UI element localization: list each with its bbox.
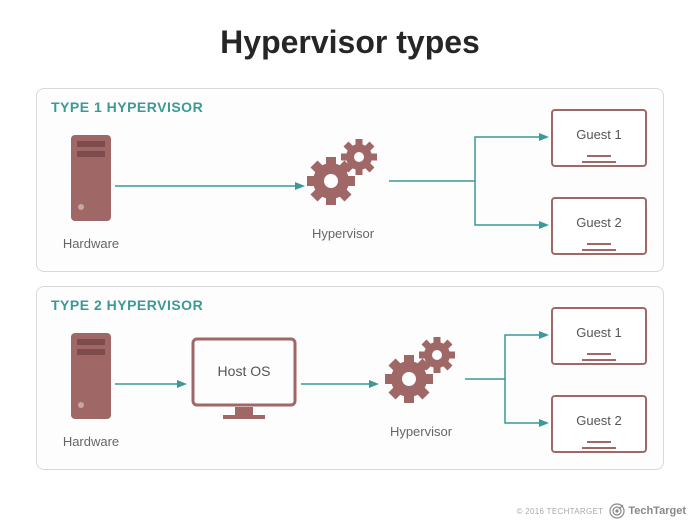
hardware-block-2: Hardware: [61, 331, 121, 449]
panel-type2: TYPE 2 HYPERVISOR Hardware Host OS: [36, 286, 664, 470]
arrow-hyp-guests-2: [465, 323, 549, 435]
monitor-icon: [189, 335, 299, 423]
brand-logo: TechTarget: [609, 503, 686, 519]
guest1-box: Guest 1: [551, 109, 647, 167]
hardware-label: Hardware: [61, 236, 121, 251]
guest1-box-2: Guest 1: [551, 307, 647, 365]
target-icon: [609, 503, 625, 519]
arrow-hyp-guests: [389, 125, 549, 237]
hypervisor-block: Hypervisor: [303, 135, 383, 241]
tower-icon: [69, 331, 113, 423]
guest2-box: Guest 2: [551, 197, 647, 255]
hypervisor-label-2: Hypervisor: [381, 424, 461, 439]
tower-icon: [69, 133, 113, 225]
copyright-text: © 2016 TECHTARGET: [517, 507, 604, 516]
hardware-label-2: Hardware: [61, 434, 121, 449]
brand-text: TechTarget: [628, 505, 686, 517]
guest2-label-2: Guest 2: [559, 403, 639, 437]
arrow-hostos-hyp: [301, 379, 379, 389]
gears-icon: [381, 333, 461, 413]
arrow-hw-hostos: [115, 379, 187, 389]
hostos-label: Host OS: [189, 363, 299, 379]
panel2-title: TYPE 2 HYPERVISOR: [51, 297, 203, 313]
panel-type1: TYPE 1 HYPERVISOR Hardware: [36, 88, 664, 272]
page-title: Hypervisor types: [0, 0, 700, 79]
hostos-block: Host OS: [189, 335, 299, 428]
footer: © 2016 TECHTARGET TechTarget: [517, 503, 686, 519]
hypervisor-block-2: Hypervisor: [381, 333, 461, 439]
hypervisor-label: Hypervisor: [303, 226, 383, 241]
guest1-label-2: Guest 1: [559, 315, 639, 349]
arrow-hw-hyp: [115, 181, 305, 191]
guest1-label: Guest 1: [559, 117, 639, 151]
guest2-box-2: Guest 2: [551, 395, 647, 453]
hardware-block: Hardware: [61, 133, 121, 251]
guest2-label: Guest 2: [559, 205, 639, 239]
gears-icon: [303, 135, 383, 215]
panel1-title: TYPE 1 HYPERVISOR: [51, 99, 203, 115]
